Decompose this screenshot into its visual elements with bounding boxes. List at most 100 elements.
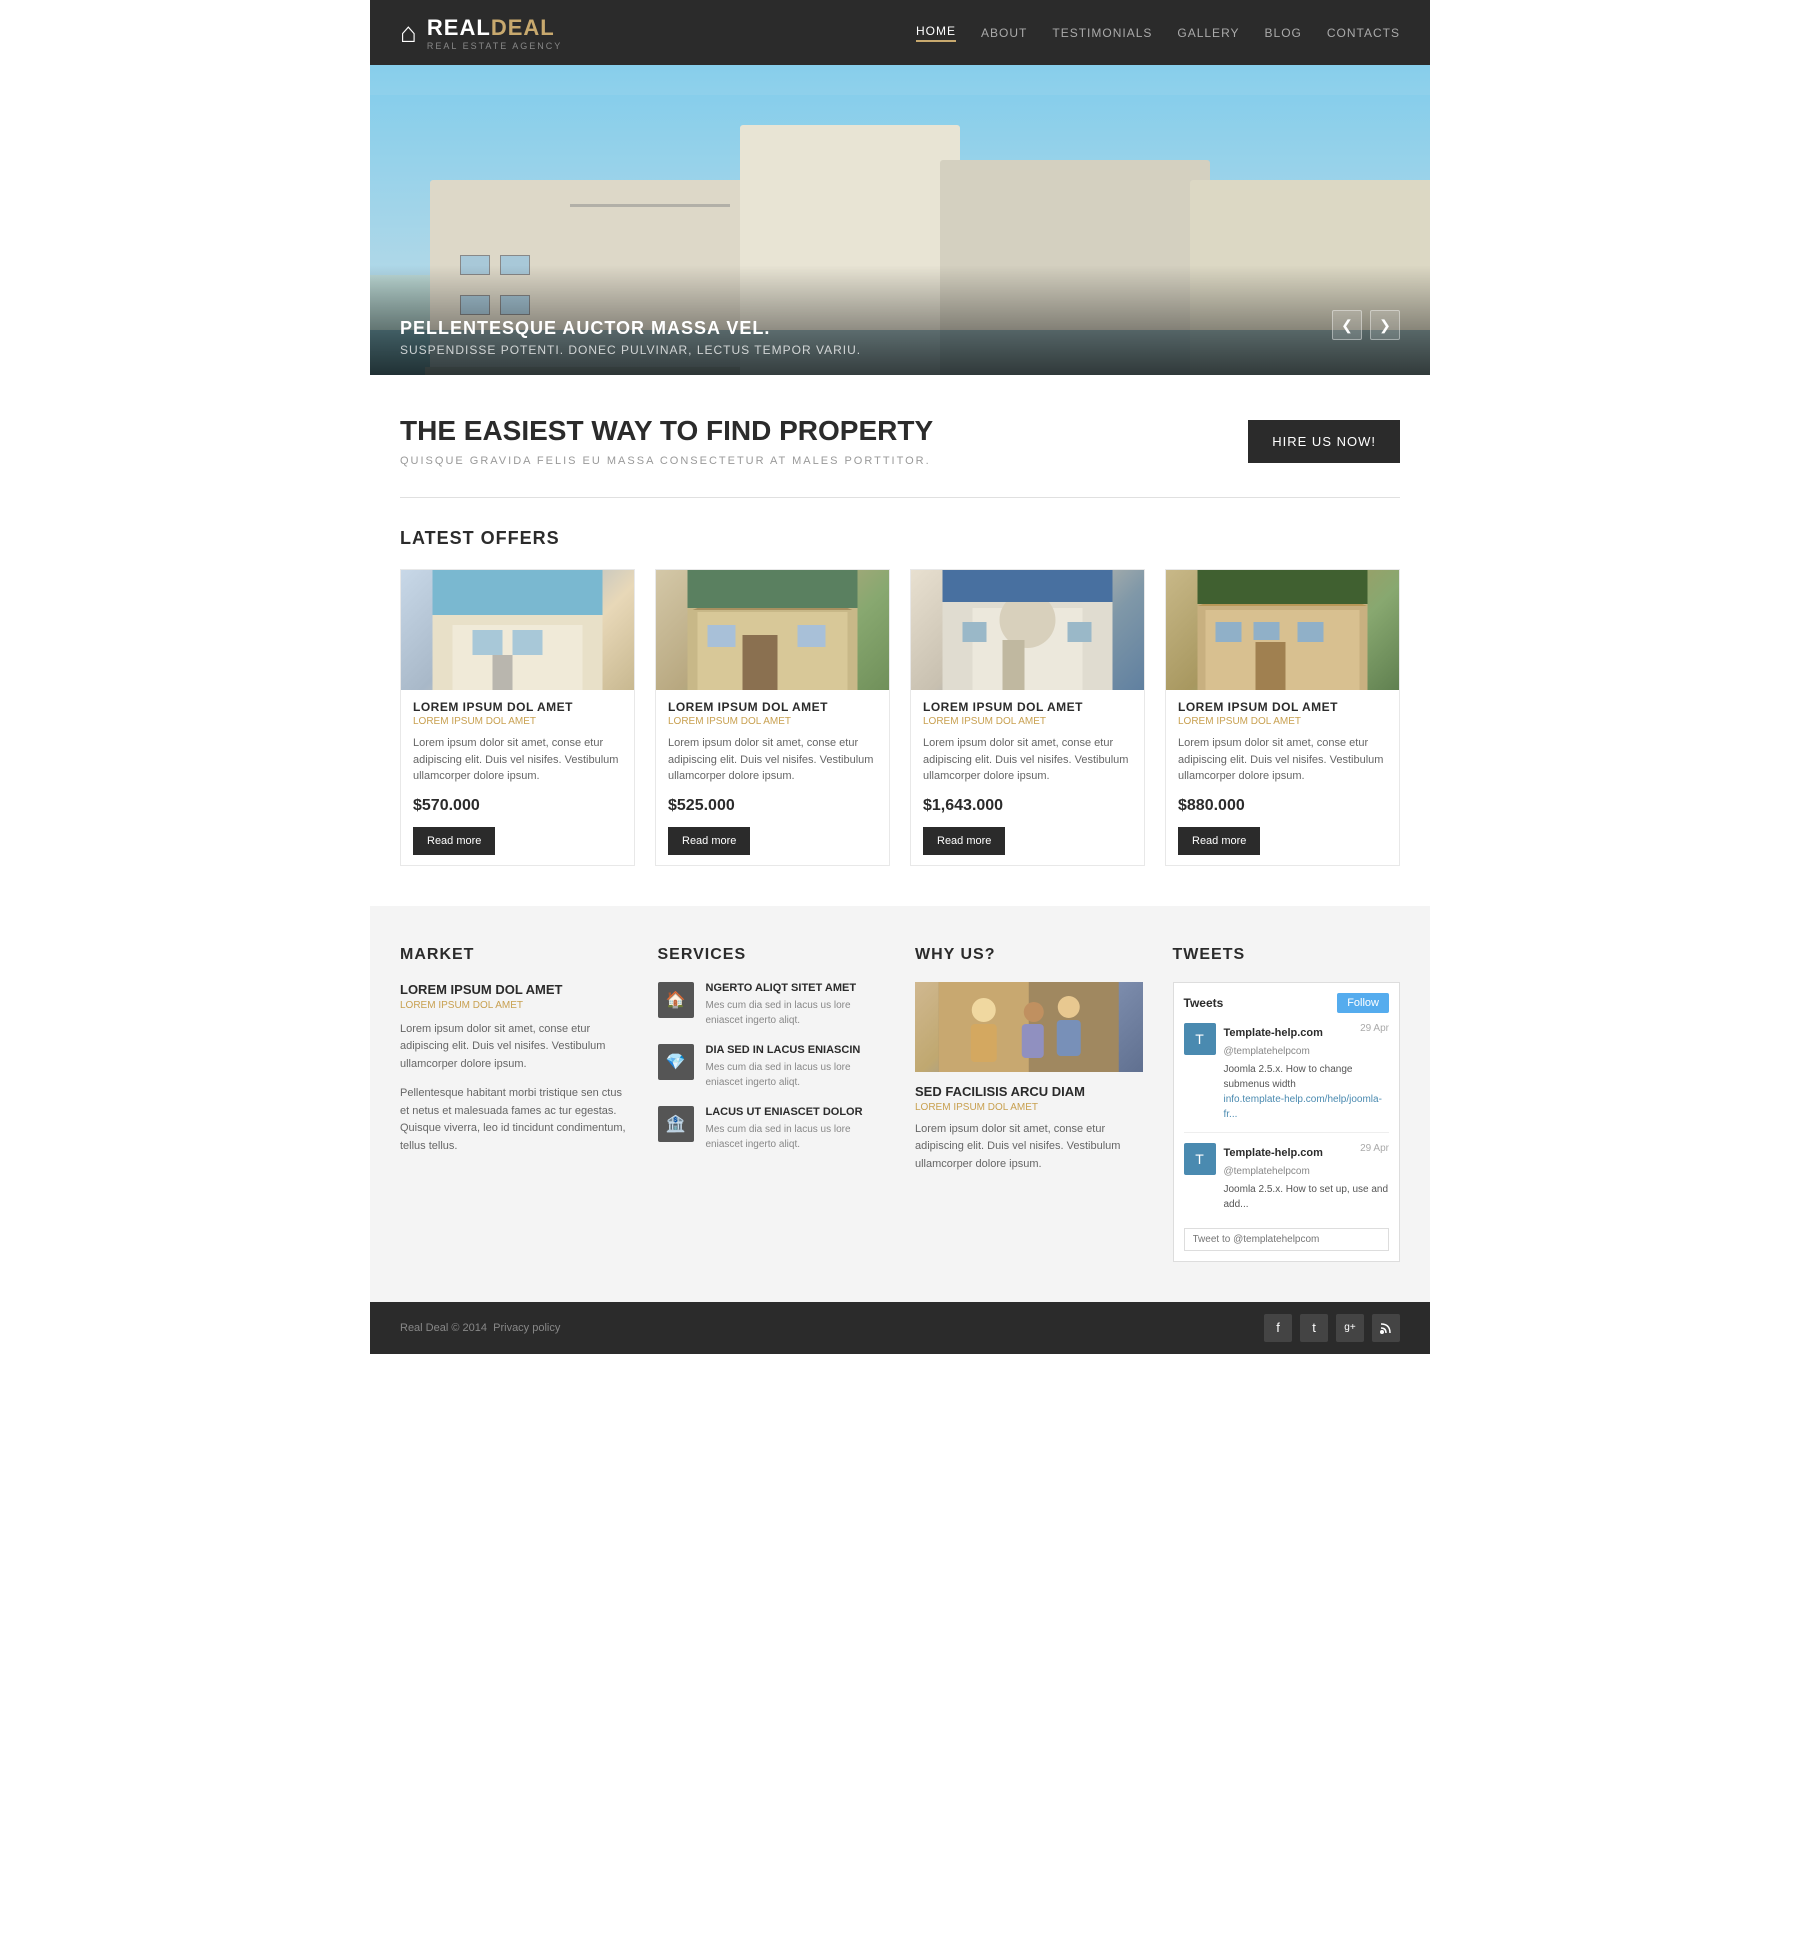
offer-image-2 xyxy=(656,570,889,690)
tweets-label: Tweets xyxy=(1184,996,1224,1010)
offer-price-4: $880.000 xyxy=(1178,797,1387,815)
rss-icon[interactable] xyxy=(1372,1314,1400,1342)
intro-subtext: QUISQUE GRAVIDA FELIS EU MASSA CONSECTET… xyxy=(400,455,933,467)
offer-price-2: $525.000 xyxy=(668,797,877,815)
follow-button[interactable]: Follow xyxy=(1337,993,1389,1013)
tweet-name-1: Template-help.com xyxy=(1224,1027,1323,1039)
whyus-column: WHY US? SED FACILISIS ARCU DIAM LOREM IP… xyxy=(915,946,1143,1262)
logo[interactable]: ⌂ REALDEAL REAL ESTATE AGENCY xyxy=(400,15,562,51)
footer-social: f t g+ xyxy=(1264,1314,1400,1342)
offers-grid: 66 LOREM IPSUM DOL AMET LOREM IPSUM DOL … xyxy=(370,569,1430,906)
offer-body-1: LOREM IPSUM DOL AMET LOREM IPSUM DOL AME… xyxy=(401,690,634,865)
tweet-handle-1: @templatehelpcom xyxy=(1224,1046,1310,1057)
tweet-text-2: Joomla 2.5.x. How to set up, use and add… xyxy=(1224,1182,1390,1212)
service-item-3: 🏦 LACUS UT ENIASCET DOLOR Mes cum dia se… xyxy=(658,1106,886,1152)
whyus-title: WHY US? xyxy=(915,946,1143,964)
service-title-1: NGERTO ALIQT SITET AMET xyxy=(706,982,886,994)
offer-price-3: $1,643.000 xyxy=(923,797,1132,815)
hero-next-button[interactable]: ❯ xyxy=(1370,310,1400,340)
service-desc-2: Mes cum dia sed in lacus us lore eniasce… xyxy=(706,1060,886,1090)
intro-section: THE EASIEST WAY TO FIND PROPERTY QUISQUE… xyxy=(370,375,1430,497)
hero-navigation: ❮ ❯ xyxy=(1332,310,1400,340)
offer-desc-1: Lorem ipsum dolor sit amet, conse etur a… xyxy=(413,735,622,785)
service-item-1: 🏠 NGERTO ALIQT SITET AMET Mes cum dia se… xyxy=(658,982,886,1028)
latest-offers-section: LATEST OFFERS 66 LOREM IPSUM DOL AMET LO… xyxy=(370,498,1430,906)
nav-gallery[interactable]: GALLERY xyxy=(1177,26,1239,40)
nav-about[interactable]: ABOUT xyxy=(981,26,1027,40)
tweet-input[interactable] xyxy=(1184,1228,1390,1251)
whyus-item-title: SED FACILISIS ARCU DIAM xyxy=(915,1084,1143,1099)
hire-us-button[interactable]: HIRE US NOW! xyxy=(1248,420,1400,463)
offer-title-3: LOREM IPSUM DOL AMET xyxy=(923,700,1132,714)
hero-title: PELLENTESQUE AUCTOR MASSA VEL. xyxy=(400,318,861,339)
offer-card-1: 66 LOREM IPSUM DOL AMET LOREM IPSUM DOL … xyxy=(400,569,635,866)
offer-read-more-1[interactable]: Read more xyxy=(413,827,495,855)
offer-read-more-2[interactable]: Read more xyxy=(668,827,750,855)
bottom-section: MARKET LOREM IPSUM DOL AMET LOREM IPSUM … xyxy=(370,906,1430,1302)
whyus-image xyxy=(915,982,1143,1072)
hero-subtitle: SUSPENDISSE POTENTI. DONEC PULVINAR, LEC… xyxy=(400,343,861,357)
offer-card-2: LOREM IPSUM DOL AMET LOREM IPSUM DOL AME… xyxy=(655,569,890,866)
offer-subtitle-3: LOREM IPSUM DOL AMET xyxy=(923,716,1132,727)
offer-card-3: LOREM IPSUM DOL AMET LOREM IPSUM DOL AME… xyxy=(910,569,1145,866)
google-plus-icon[interactable]: g+ xyxy=(1336,1314,1364,1342)
logo-name: REALDEAL xyxy=(427,15,562,41)
market-column: MARKET LOREM IPSUM DOL AMET LOREM IPSUM … xyxy=(400,946,628,1262)
offer-body-4: LOREM IPSUM DOL AMET LOREM IPSUM DOL AME… xyxy=(1166,690,1399,865)
offer-title-2: LOREM IPSUM DOL AMET xyxy=(668,700,877,714)
nav-home[interactable]: HOME xyxy=(916,24,956,42)
logo-text: REALDEAL REAL ESTATE AGENCY xyxy=(427,15,562,51)
logo-tagline: REAL ESTATE AGENCY xyxy=(427,41,562,51)
offer-desc-4: Lorem ipsum dolor sit amet, conse etur a… xyxy=(1178,735,1387,785)
tweet-avatar-2: T xyxy=(1184,1143,1216,1175)
services-title: SERVICES xyxy=(658,946,886,964)
nav-testimonials[interactable]: TESTIMONIALS xyxy=(1052,26,1152,40)
tweets-column: TWEETS Tweets Follow T Template-help.com… xyxy=(1173,946,1401,1262)
offer-subtitle-1: LOREM IPSUM DOL AMET xyxy=(413,716,622,727)
market-item-title: LOREM IPSUM DOL AMET xyxy=(400,982,628,997)
offer-read-more-4[interactable]: Read more xyxy=(1178,827,1260,855)
service-desc-1: Mes cum dia sed in lacus us lore eniasce… xyxy=(706,998,886,1028)
nav-contacts[interactable]: CONTACTS xyxy=(1327,26,1400,40)
service-text-2: DIA SED IN LACUS ENIASCIN Mes cum dia se… xyxy=(706,1044,886,1090)
offer-desc-2: Lorem ipsum dolor sit amet, conse etur a… xyxy=(668,735,877,785)
tweet-text-1: Joomla 2.5.x. How to change submenus wid… xyxy=(1224,1062,1390,1122)
market-title: MARKET xyxy=(400,946,628,964)
offer-image-4 xyxy=(1166,570,1399,690)
latest-offers-title: LATEST OFFERS xyxy=(370,528,1430,569)
header: ⌂ REALDEAL REAL ESTATE AGENCY HOME ABOUT… xyxy=(370,0,1430,65)
nav-blog[interactable]: BLOG xyxy=(1265,26,1302,40)
service-icon-2: 💎 xyxy=(658,1044,694,1080)
service-icon-3: 🏦 xyxy=(658,1106,694,1142)
tweets-section-title: TWEETS xyxy=(1173,946,1401,964)
tweets-header: Tweets Follow xyxy=(1184,993,1390,1013)
offer-price-1: $570.000 xyxy=(413,797,622,815)
privacy-policy-link[interactable]: Privacy policy xyxy=(493,1322,560,1334)
offer-read-more-3[interactable]: Read more xyxy=(923,827,1005,855)
twitter-icon[interactable]: t xyxy=(1300,1314,1328,1342)
tweet-link-1[interactable]: info.template-help.com/help/joomla-fr... xyxy=(1224,1094,1382,1120)
tweet-item-2: T Template-help.com @templatehelpcom 29 … xyxy=(1184,1143,1390,1222)
offer-subtitle-2: LOREM IPSUM DOL AMET xyxy=(668,716,877,727)
logo-icon: ⌂ xyxy=(400,17,417,49)
tweet-date-2: 29 Apr xyxy=(1360,1143,1389,1179)
footer-copyright: Real Deal © 2014 Privacy policy xyxy=(400,1322,560,1334)
offer-image-3 xyxy=(911,570,1144,690)
service-text-3: LACUS UT ENIASCET DOLOR Mes cum dia sed … xyxy=(706,1106,886,1152)
tweet-avatar-1: T xyxy=(1184,1023,1216,1055)
tweets-widget: Tweets Follow T Template-help.com @templ… xyxy=(1173,982,1401,1262)
offer-desc-3: Lorem ipsum dolor sit amet, conse etur a… xyxy=(923,735,1132,785)
offer-body-2: LOREM IPSUM DOL AMET LOREM IPSUM DOL AME… xyxy=(656,690,889,865)
market-desc-1: Lorem ipsum dolor sit amet, conse etur a… xyxy=(400,1021,628,1074)
hero-prev-button[interactable]: ❮ xyxy=(1332,310,1362,340)
service-title-2: DIA SED IN LACUS ENIASCIN xyxy=(706,1044,886,1056)
hero-text: PELLENTESQUE AUCTOR MASSA VEL. SUSPENDIS… xyxy=(400,318,861,357)
offer-subtitle-4: LOREM IPSUM DOL AMET xyxy=(1178,716,1387,727)
facebook-icon[interactable]: f xyxy=(1264,1314,1292,1342)
tweet-item-1: T Template-help.com @templatehelpcom 29 … xyxy=(1184,1023,1390,1133)
offer-title-1: LOREM IPSUM DOL AMET xyxy=(413,700,622,714)
whyus-item-sub: LOREM IPSUM DOL AMET xyxy=(915,1102,1143,1113)
whyus-desc: Lorem ipsum dolor sit amet, conse etur a… xyxy=(915,1121,1143,1174)
hero-overlay: PELLENTESQUE AUCTOR MASSA VEL. SUSPENDIS… xyxy=(370,265,1430,375)
market-item-sub: LOREM IPSUM DOL AMET xyxy=(400,1000,628,1011)
